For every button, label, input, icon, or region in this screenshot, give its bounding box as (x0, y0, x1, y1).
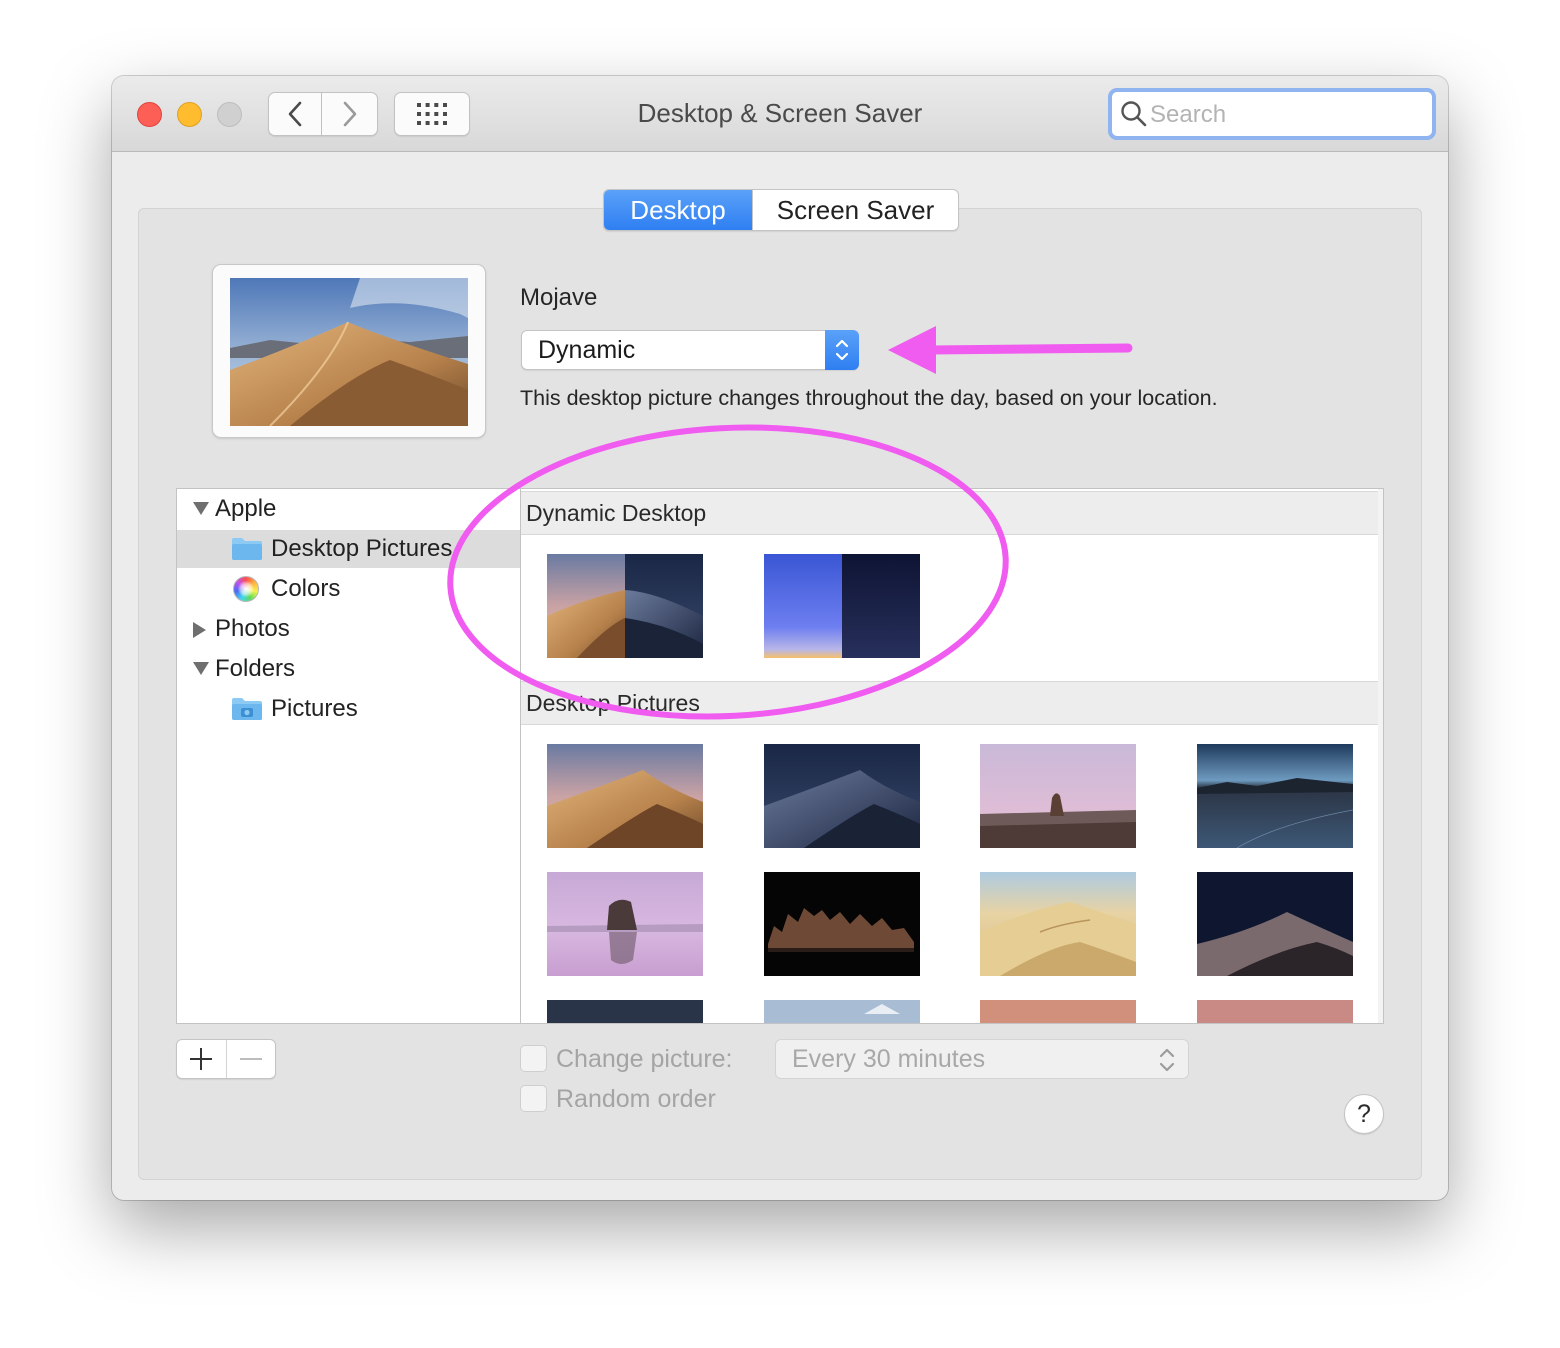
picture-thumbnail[interactable] (547, 554, 703, 658)
source-group-apple[interactable]: Apple (177, 490, 520, 528)
picture-thumbnail[interactable] (980, 1000, 1136, 1024)
tab-desktop[interactable]: Desktop (604, 190, 752, 230)
source-item-colors[interactable]: Colors (177, 570, 520, 608)
picture-thumbnail[interactable] (980, 744, 1136, 848)
vertical-scrollbar[interactable] (1378, 489, 1383, 1023)
change-picture-label: Change picture: (556, 1045, 733, 1073)
picture-thumbnail[interactable] (764, 1000, 920, 1024)
disclosure-right-icon (193, 622, 206, 638)
source-label: Folders (215, 655, 296, 682)
source-label: Apple (215, 495, 277, 522)
mojave-wallpaper-preview (230, 278, 468, 426)
remove-folder-button[interactable] (225, 1040, 275, 1078)
search-placeholder: Search (1150, 101, 1227, 128)
change-picture-checkbox[interactable] (520, 1045, 547, 1072)
tab-screen-saver[interactable]: Screen Saver (752, 190, 958, 230)
help-button[interactable]: ? (1344, 1094, 1384, 1134)
picture-thumbnail[interactable] (547, 1000, 703, 1024)
disclosure-down-icon (193, 502, 209, 515)
search-icon (1121, 101, 1147, 127)
search-field[interactable]: Search (1108, 88, 1436, 140)
picture-thumbnail[interactable] (1197, 1000, 1353, 1024)
appearance-mode-popup[interactable]: Dynamic (521, 330, 859, 370)
minus-icon (239, 1058, 262, 1060)
source-label: Colors (271, 575, 341, 602)
current-picture-preview (212, 264, 486, 438)
title-bar: Desktop & Screen Saver Search (112, 76, 1448, 152)
source-list: Apple Desktop Pictures Colors Photos Fol… (176, 488, 520, 1024)
pictures-folder-icon (232, 698, 262, 720)
preferences-window: Desktop & Screen Saver Search Desktop Sc… (112, 76, 1448, 1200)
section-header-dynamic-desktop: Dynamic Desktop (521, 491, 1379, 535)
popup-arrows-icon (1159, 1048, 1175, 1072)
source-item-desktop-pictures[interactable]: Desktop Pictures (177, 530, 520, 568)
change-interval-value: Every 30 minutes (792, 1045, 986, 1073)
picture-thumbnail[interactable] (764, 554, 920, 658)
popup-arrows-icon (825, 330, 859, 370)
random-order-label: Random order (556, 1085, 716, 1113)
picture-browser: Dynamic Desktop Desktop Pictures (520, 488, 1384, 1024)
add-remove-control (176, 1039, 276, 1079)
color-wheel-icon (233, 576, 259, 602)
plus-icon (190, 1048, 213, 1070)
picture-thumbnail[interactable] (547, 744, 703, 848)
source-label: Desktop Pictures (271, 535, 453, 562)
appearance-mode-value: Dynamic (538, 336, 636, 364)
picture-name: Mojave (520, 284, 598, 311)
picture-thumbnail[interactable] (980, 872, 1136, 976)
source-item-pictures[interactable]: Pictures (177, 690, 520, 728)
picture-description: This desktop picture changes throughout … (520, 386, 1218, 410)
folder-icon (232, 538, 262, 560)
source-label: Photos (215, 615, 290, 642)
source-group-folders[interactable]: Folders (177, 650, 520, 688)
picture-thumbnail[interactable] (547, 872, 703, 976)
disclosure-down-icon (193, 662, 209, 675)
picture-thumbnail[interactable] (1197, 744, 1353, 848)
source-label: Pictures (271, 695, 358, 722)
add-folder-button[interactable] (177, 1040, 226, 1078)
tab-switcher: Desktop Screen Saver (603, 189, 959, 231)
picture-thumbnail[interactable] (764, 872, 920, 976)
change-interval-popup[interactable]: Every 30 minutes (775, 1039, 1189, 1079)
source-group-photos[interactable]: Photos (177, 610, 520, 648)
picture-thumbnail[interactable] (1197, 872, 1353, 976)
random-order-checkbox[interactable] (520, 1085, 547, 1112)
section-header-desktop-pictures: Desktop Pictures (521, 681, 1379, 725)
picture-thumbnail[interactable] (764, 744, 920, 848)
